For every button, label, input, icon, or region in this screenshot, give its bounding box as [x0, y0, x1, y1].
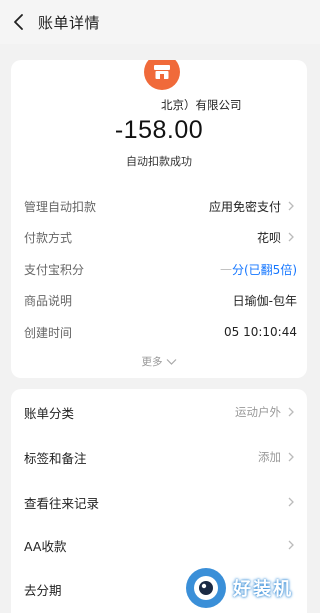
chevron-right-icon — [285, 539, 297, 551]
more-label: 更多 — [141, 356, 163, 368]
chevron-right-icon — [285, 406, 297, 418]
more-toggle[interactable]: 更多 — [11, 354, 307, 369]
watermark-text: 好装机 — [233, 579, 293, 600]
merchant-store-icon — [144, 60, 180, 90]
bill-amount: -158.00 — [114, 116, 204, 144]
payment-status: 自动扣款成功 — [126, 155, 192, 168]
action-row-aa-collect[interactable]: AA收款 — [24, 533, 297, 557]
merchant-name: 北京）有限公司 — [161, 98, 242, 112]
action-row-tags-notes[interactable]: 标签和备注 添加 — [24, 445, 297, 469]
chevron-right-icon — [285, 200, 297, 212]
detail-row-points[interactable]: 支付宝积分 — 分(已翻5倍) — [24, 259, 297, 279]
action-label: 查看往来记录 — [24, 495, 100, 511]
detail-value: 分(已翻5倍) — [232, 262, 297, 277]
action-row-category[interactable]: 账单分类 运动户外 — [24, 400, 297, 424]
back-arrow-icon[interactable] — [10, 13, 28, 31]
detail-label: 支付宝积分 — [24, 262, 85, 277]
detail-label: 管理自动扣款 — [24, 199, 97, 214]
chevron-right-icon — [285, 451, 297, 463]
chevron-right-icon — [285, 496, 297, 508]
detail-row-product: 商品说明 日瑜伽-包年 — [24, 290, 297, 310]
detail-row-created-time: 创建时间 05 10:10:44 — [24, 322, 297, 342]
action-value: 添加 — [258, 450, 281, 464]
detail-value: 花呗 — [256, 230, 281, 245]
detail-value: 05 10:10:44 — [224, 325, 297, 339]
detail-row-auto-deduct[interactable]: 管理自动扣款 应用免密支付 — [24, 196, 297, 216]
bill-summary-card: 北京）有限公司 -158.00 自动扣款成功 管理自动扣款 应用免密支付 付款方… — [11, 60, 307, 378]
points-fade: — — [220, 262, 232, 276]
action-label: AA收款 — [24, 538, 67, 554]
action-label: 标签和备注 — [24, 450, 87, 466]
detail-value: 日瑜伽-包年 — [232, 293, 297, 308]
action-label: 账单分类 — [24, 405, 75, 421]
watermark: 好装机 — [183, 566, 293, 610]
action-value: 运动户外 — [235, 405, 281, 419]
top-bar: 账单详情 — [0, 0, 320, 44]
detail-value: 应用免密支付 — [208, 199, 281, 214]
watermark-logo-icon — [186, 568, 226, 608]
detail-label: 付款方式 — [24, 230, 73, 245]
action-label: 去分期 — [24, 582, 62, 598]
detail-row-payment-method[interactable]: 付款方式 花呗 — [24, 227, 297, 247]
chevron-right-icon — [285, 231, 297, 243]
action-row-history[interactable]: 查看往来记录 — [24, 490, 297, 514]
page-title: 账单详情 — [38, 13, 101, 32]
detail-label: 商品说明 — [24, 293, 73, 308]
detail-label: 创建时间 — [24, 325, 73, 340]
chevron-down-icon — [166, 358, 177, 366]
